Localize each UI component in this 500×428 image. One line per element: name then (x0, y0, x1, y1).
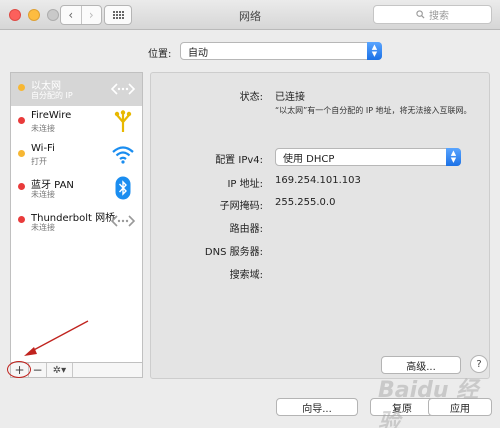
search-domains-label: 搜索域: (229, 270, 263, 281)
location-value: 自动 (188, 47, 208, 59)
ip-address-label: IP 地址: (227, 179, 263, 190)
popup-arrows-icon: ▲ ▼ (367, 42, 382, 60)
subnet-mask-value: 255.255.0.0 (275, 197, 336, 208)
status-dot (18, 216, 25, 223)
thunderbolt-bridge-icon (110, 209, 136, 233)
assist-me-button[interactable]: 向导... (276, 398, 358, 416)
detail-panel: 状态: 已连接 “以太网”有一个自分配的 IP 地址，将无法接入互联网。 配置 … (150, 72, 490, 379)
service-item-firewire[interactable]: FireWire 未连接 (11, 106, 142, 139)
annotation-circle (7, 361, 31, 378)
titlebar: ‹ › 网络 搜索 (0, 0, 500, 30)
router-label: 路由器: (229, 224, 263, 235)
dns-server-label: DNS 服务器: (204, 247, 263, 258)
service-item-thunderbolt-bridge[interactable]: Thunderbolt 网桥 未连接 (11, 205, 142, 238)
service-status: 未连接 (31, 190, 55, 199)
configure-ipv4-popup[interactable]: 使用 DHCP ▲ ▼ (275, 148, 461, 166)
popup-arrows-icon: ▲ ▼ (446, 148, 461, 166)
status-dot (18, 183, 25, 190)
service-status: 未连接 (31, 124, 55, 133)
service-status: 打开 (31, 157, 47, 166)
status-label: 状态: (239, 92, 263, 103)
minus-icon: − (32, 363, 43, 377)
service-item-ethernet[interactable]: 以太网 自分配的 IP (11, 73, 142, 106)
location-label: 位置: (148, 49, 172, 60)
search-field[interactable]: 搜索 (373, 5, 492, 24)
wifi-icon (110, 143, 136, 167)
help-button[interactable]: ? (470, 355, 488, 373)
configure-ipv4-value: 使用 DHCP (283, 153, 335, 165)
search-icon (416, 10, 425, 19)
service-name: Wi-Fi (31, 143, 55, 154)
action-menu-button[interactable]: ✲▾ (47, 363, 73, 377)
firewire-icon (110, 110, 136, 134)
status-dot (18, 84, 25, 91)
annotation-arrow (24, 320, 89, 356)
service-item-wifi[interactable]: Wi-Fi 打开 (11, 139, 142, 172)
ethernet-icon (110, 77, 136, 101)
status-value: 已连接 (275, 92, 305, 103)
configure-ipv4-label: 配置 IPv4: (215, 155, 263, 166)
service-status: 自分配的 IP (31, 91, 73, 100)
ip-address-value: 169.254.101.103 (275, 175, 361, 186)
location-popup[interactable]: 自动 ▲ ▼ (180, 42, 382, 60)
gear-icon: ✲▾ (52, 364, 67, 376)
status-note: “以太网”有一个自分配的 IP 地址，将无法接入互联网。 (275, 106, 472, 115)
status-dot (18, 150, 25, 157)
search-placeholder: 搜索 (429, 11, 449, 22)
status-dot (18, 117, 25, 124)
remove-service-button[interactable]: − (29, 363, 47, 377)
service-status: 未连接 (31, 223, 55, 232)
service-name: FireWire (31, 110, 72, 121)
bluetooth-icon (110, 176, 136, 200)
subnet-mask-label: 子网掩码: (219, 201, 263, 212)
watermark: Baidu 经验 (378, 378, 479, 428)
service-item-bluetooth-pan[interactable]: 蓝牙 PAN 未连接 (11, 172, 142, 205)
